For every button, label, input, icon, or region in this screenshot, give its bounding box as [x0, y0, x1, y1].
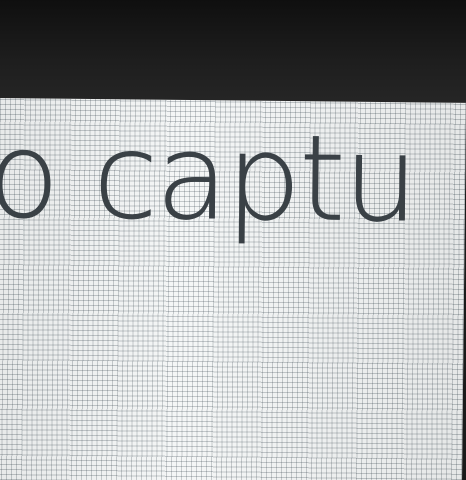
monitor-screen: to captu: [0, 98, 466, 480]
cropped-screen-text: to captu: [0, 105, 418, 249]
monitor-bezel: [0, 0, 466, 104]
photo-of-monitor: to captu: [0, 0, 466, 480]
